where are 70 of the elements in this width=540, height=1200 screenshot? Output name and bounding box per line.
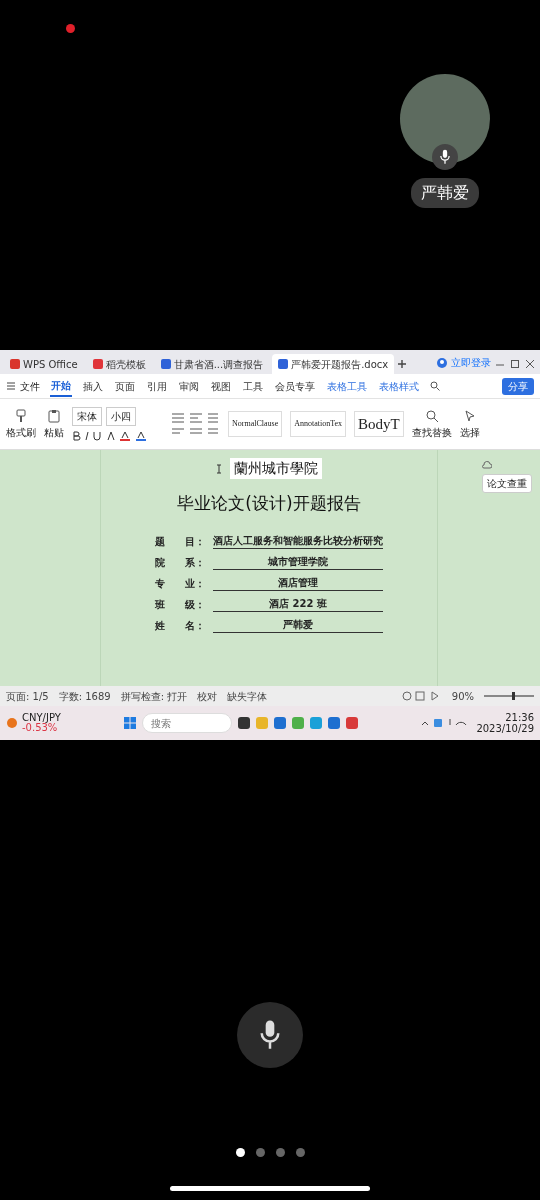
field-label: 班 级：	[155, 597, 206, 612]
ribbon-tab[interactable]: 开始	[50, 375, 72, 397]
start-icon[interactable]	[123, 717, 136, 729]
ribbon-tab[interactable]: 引用	[146, 376, 168, 396]
login-link[interactable]: 立即登录	[451, 355, 491, 370]
find-replace-button[interactable]: 查找替换	[411, 424, 452, 440]
field-value: 严韩爱	[213, 616, 383, 633]
font-dropdown[interactable]: 宋体	[72, 406, 102, 426]
format-painter-button[interactable]: 格式刷	[6, 424, 36, 440]
document-title: 毕业论文(设计)开题报告	[177, 492, 361, 515]
participant-name: 严韩爱	[411, 178, 479, 208]
font-size-dropdown[interactable]: 小四	[106, 406, 136, 426]
document-tab[interactable]: 甘肃省酒...调查报告	[154, 354, 270, 374]
plagiarism-check-button[interactable]: 论文查重	[482, 474, 532, 493]
field-value: 酒店管理	[213, 574, 383, 591]
ribbon-tab[interactable]: 会员专享	[274, 376, 316, 396]
ribbon-tab[interactable]: 工具	[242, 376, 264, 396]
user-icon	[437, 357, 447, 368]
field-label: 题 目：	[155, 534, 206, 549]
zoom-slider-thumb[interactable]	[511, 692, 515, 700]
ribbon-tab[interactable]: 插入	[82, 376, 104, 396]
cursor-icon[interactable]	[462, 408, 477, 423]
ribbon-tab[interactable]: 视图	[210, 376, 232, 396]
status-item[interactable]: 页面: 1/5	[6, 688, 49, 704]
widget-value: -0.53%	[22, 723, 58, 733]
style-preset[interactable]: AnnotationTex	[290, 411, 347, 437]
ribbon-tab[interactable]: 页面	[114, 376, 136, 396]
page-dot[interactable]	[235, 1148, 245, 1157]
status-item[interactable]: 字数: 1689	[58, 688, 111, 704]
clock-date: 2023/10/29	[476, 723, 534, 734]
field-label: 姓 名：	[155, 618, 206, 633]
ribbon-tab[interactable]: 表格样式	[378, 376, 420, 396]
search-icon[interactable]	[430, 381, 440, 391]
school-logo: 蘭州城市學院	[230, 458, 322, 479]
zoom-level[interactable]: 90%	[451, 688, 474, 704]
share-button[interactable]: 分享	[502, 377, 534, 395]
document-tab[interactable]: 稻壳模板	[86, 354, 152, 374]
menu-icon[interactable]	[6, 381, 16, 391]
field-label: 院 系：	[155, 555, 206, 570]
brush-icon[interactable]	[14, 408, 28, 423]
field-label: 专 业：	[155, 576, 206, 591]
paragraph-format-icons-drawing	[170, 411, 220, 437]
ribbon-tab[interactable]: 表格工具	[326, 376, 368, 396]
weather-icon	[6, 717, 18, 729]
field-value: 城市管理学院	[213, 553, 383, 570]
document-tab[interactable]: 严韩爱开题报告.docx	[272, 354, 395, 374]
select-button[interactable]: 选择	[459, 424, 480, 440]
widget-title[interactable]: CNY/JPY	[22, 713, 61, 723]
status-item[interactable]: 校对	[197, 688, 218, 704]
paste-button[interactable]: 粘贴	[44, 424, 64, 440]
cloud-icon[interactable]	[482, 460, 492, 470]
page-dot[interactable]	[275, 1148, 285, 1157]
clock-time: 21:36	[505, 712, 534, 723]
document-tab[interactable]: WPS Office	[4, 354, 84, 374]
page-dot[interactable]	[295, 1148, 305, 1157]
search-icon[interactable]	[424, 408, 439, 423]
status-item[interactable]: 拼写检查: 打开	[120, 688, 188, 704]
field-value: 酒店人工服务和智能服务比较分析研究	[213, 532, 383, 549]
page-dot[interactable]	[255, 1148, 265, 1157]
status-item[interactable]: 缺失字体	[227, 688, 268, 704]
text-cursor-icon	[216, 463, 222, 474]
recording-dot	[66, 24, 75, 33]
ribbon-tab[interactable]: 审阅	[178, 376, 200, 396]
style-preset[interactable]: NormalClause	[228, 411, 283, 437]
style-preset[interactable]: BodyT	[354, 410, 404, 438]
field-value: 酒店 222 班	[213, 595, 383, 612]
search-field[interactable]: 搜索	[141, 713, 232, 733]
app-icon[interactable]	[237, 717, 250, 729]
clipboard-icon[interactable]	[47, 408, 61, 423]
file-menu[interactable]: 文件	[20, 378, 40, 394]
